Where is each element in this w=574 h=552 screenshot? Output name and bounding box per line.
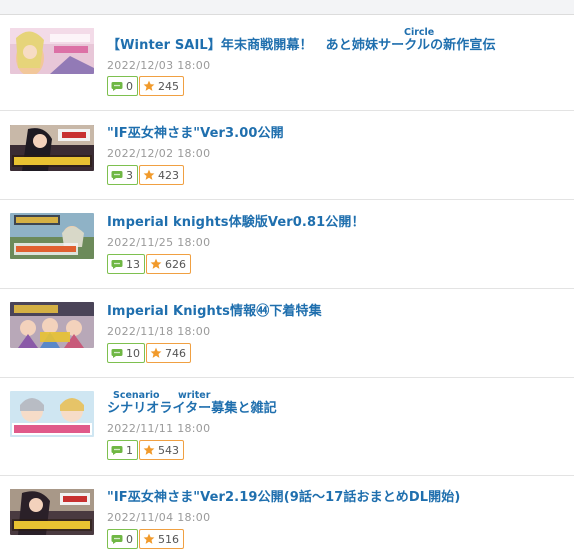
comment-count-badge[interactable]: 13 (107, 254, 145, 274)
speech-bubble-icon (111, 171, 123, 180)
post-date: 2022/11/25 18:00 (107, 236, 211, 249)
star-icon (150, 347, 162, 358)
comment-count: 13 (126, 257, 140, 271)
star-count-badge[interactable]: 746 (146, 343, 191, 363)
post-item[interactable]: "IF巫女神さま"Ver3.00公開 2022/12/02 18:00 3 42… (0, 111, 574, 200)
comment-count-badge[interactable]: 10 (107, 343, 145, 363)
post-item[interactable]: Imperial knights体験版Ver0.81公開！ 2022/11/25… (0, 200, 574, 289)
post-title-link[interactable]: 【Winter SAIL】年末商戦開幕！ あと姉妹サークルの新作宣伝 (107, 38, 496, 54)
comment-count-badge[interactable]: 0 (107, 529, 138, 549)
post-title-link[interactable]: "IF巫女神さま"Ver2.19公開(9話～17話おまとめDL開始) (107, 490, 460, 506)
post-title-link[interactable]: シナリオライター募集と雑記 (107, 401, 277, 417)
speech-bubble-icon (111, 535, 123, 544)
star-count-badge[interactable]: 516 (139, 529, 184, 549)
post-date: 2022/11/18 18:00 (107, 325, 211, 338)
comment-count-badge[interactable]: 0 (107, 76, 138, 96)
post-item[interactable]: "IF巫女神さま"Ver2.19公開(9話～17話おまとめDL開始) 2022/… (0, 476, 574, 552)
post-item[interactable]: Imperial Knights情報㊹下着特集 2022/11/18 18:00… (0, 289, 574, 378)
star-count-badge[interactable]: 423 (139, 165, 184, 185)
star-count: 423 (158, 168, 179, 182)
post-date: 2022/11/11 18:00 (107, 422, 211, 435)
speech-bubble-icon (111, 260, 123, 269)
post-item[interactable]: Circle 【Winter SAIL】年末商戦開幕！ あと姉妹サークルの新作宣… (0, 15, 574, 111)
post-title-link[interactable]: "IF巫女神さま"Ver3.00公開 (107, 126, 284, 142)
star-count: 626 (165, 257, 186, 271)
post-date: 2022/12/02 18:00 (107, 147, 211, 160)
post-thumbnail[interactable] (10, 28, 94, 74)
comment-count: 10 (126, 346, 140, 360)
post-item[interactable]: Scenario writer シナリオライター募集と雑記 2022/11/11… (0, 378, 574, 476)
post-thumbnail[interactable] (10, 302, 94, 348)
star-count: 516 (158, 532, 179, 546)
comment-count: 0 (126, 532, 133, 546)
top-bar (0, 0, 574, 15)
star-icon (143, 533, 155, 544)
post-date: 2022/11/04 18:00 (107, 511, 211, 524)
speech-bubble-icon (111, 349, 123, 358)
post-thumbnail[interactable] (10, 489, 94, 535)
post-title-link[interactable]: Imperial knights体験版Ver0.81公開！ (107, 215, 365, 231)
speech-bubble-icon (111, 446, 123, 455)
star-count: 543 (158, 443, 179, 457)
star-icon (143, 169, 155, 180)
title-ruby: writer (178, 390, 211, 401)
star-count: 746 (165, 346, 186, 360)
comment-count-badge[interactable]: 3 (107, 165, 138, 185)
post-thumbnail[interactable] (10, 125, 94, 171)
speech-bubble-icon (111, 82, 123, 91)
star-count-badge[interactable]: 245 (139, 76, 184, 96)
comment-count: 3 (126, 168, 133, 182)
comment-count: 1 (126, 443, 133, 457)
post-thumbnail[interactable] (10, 213, 94, 259)
star-icon (143, 80, 155, 91)
post-thumbnail[interactable] (10, 391, 94, 437)
star-count-badge[interactable]: 543 (139, 440, 184, 460)
post-title-link[interactable]: Imperial Knights情報㊹下着特集 (107, 304, 322, 320)
star-icon (150, 258, 162, 269)
star-count: 245 (158, 79, 179, 93)
comment-count-badge[interactable]: 1 (107, 440, 138, 460)
title-ruby: Circle (404, 27, 435, 38)
post-date: 2022/12/03 18:00 (107, 59, 211, 72)
star-icon (143, 444, 155, 455)
title-ruby: Scenario (113, 390, 160, 401)
comment-count: 0 (126, 79, 133, 93)
star-count-badge[interactable]: 626 (146, 254, 191, 274)
